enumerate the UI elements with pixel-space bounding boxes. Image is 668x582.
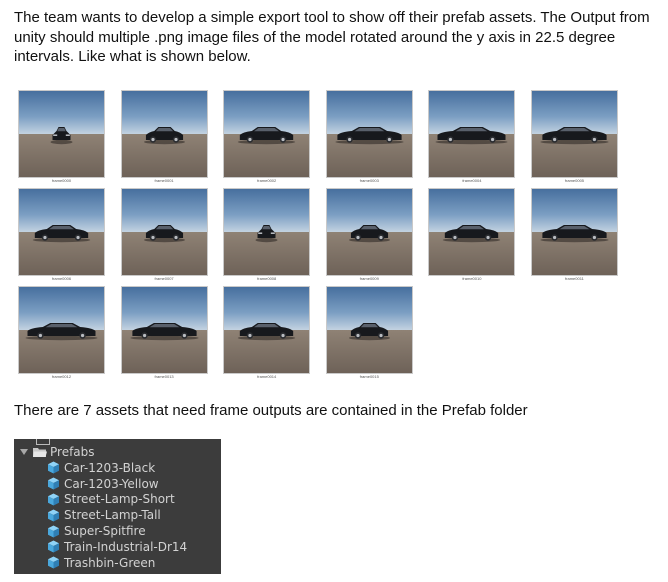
folder-label: Prefabs xyxy=(50,445,95,459)
prefab-cube-icon xyxy=(48,477,59,490)
prefab-asset-label: Trashbin-Green xyxy=(64,555,156,570)
prefab-asset-item[interactable]: Street-Lamp-Short xyxy=(47,492,187,508)
frame-label: frame0010 xyxy=(462,276,482,281)
prefab-asset-label: Street-Lamp-Tall xyxy=(64,508,161,523)
car-model-render xyxy=(540,225,609,243)
frame-thumbnail: frame0014 xyxy=(215,282,318,380)
frame-render-image xyxy=(325,188,413,276)
car-model-render xyxy=(348,323,390,341)
frame-thumbnail: frame0004 xyxy=(420,86,523,184)
project-hierarchy-panel: Prefabs Car-1203-Black Car-1203-Yellow Str… xyxy=(14,439,221,574)
prefab-cube-icon xyxy=(48,525,59,538)
car-model-render xyxy=(238,127,296,145)
frame-label: frame0007 xyxy=(154,276,174,281)
frame-render-image xyxy=(18,188,105,276)
prefab-statement: There are 7 assets that need frame outpu… xyxy=(14,402,528,419)
car-model-render xyxy=(32,225,91,243)
frame-render-image xyxy=(530,188,618,276)
prefab-asset-label: Super-Spitfire xyxy=(64,524,146,539)
car-model-render xyxy=(255,225,278,243)
cropped-parent-row xyxy=(36,439,50,445)
car-model-render xyxy=(348,225,390,243)
frame-render-image xyxy=(120,90,208,178)
frame-label: frame0014 xyxy=(257,374,277,379)
frame-render-image xyxy=(120,286,208,374)
frame-label: frame0015 xyxy=(359,374,379,379)
prefabs-folder-row[interactable]: Prefabs xyxy=(20,444,95,460)
frame-thumbnail: frame0007 xyxy=(113,184,216,282)
car-model-render xyxy=(335,127,404,145)
prefab-asset-label: Car-1203-Black xyxy=(64,460,156,475)
frame-render-image xyxy=(325,90,413,178)
prefab-cube-icon xyxy=(48,556,59,569)
frame-label: frame0008 xyxy=(257,276,277,281)
frames-grid: frame0000 frame0001 frame0002 frame0003 fram… xyxy=(10,86,626,386)
frame-render-image xyxy=(18,90,105,178)
frame-thumbnail: frame0003 xyxy=(318,86,421,184)
car-model-render xyxy=(443,225,501,243)
frame-thumbnail: frame0012 xyxy=(10,282,113,380)
frame-label: frame0004 xyxy=(462,178,482,183)
frame-thumbnail: frame0000 xyxy=(10,86,113,184)
prefab-asset-label: Street-Lamp-Short xyxy=(64,492,175,507)
frame-thumbnail: frame0001 xyxy=(113,86,216,184)
car-model-render xyxy=(540,127,609,145)
folder-open-icon xyxy=(33,447,47,457)
frame-render-image xyxy=(223,90,311,178)
prefab-cube-icon xyxy=(48,493,59,506)
prefab-cube-icon xyxy=(48,509,59,522)
car-model-render xyxy=(143,225,185,243)
frame-label: frame0005 xyxy=(564,178,585,183)
prefab-asset-item[interactable]: Street-Lamp-Tall xyxy=(47,507,187,523)
frame-render-image xyxy=(18,286,105,374)
frame-label: frame0006 xyxy=(51,276,72,281)
frame-render-image xyxy=(325,286,413,374)
car-model-render xyxy=(50,127,73,145)
car-model-render xyxy=(25,323,98,341)
frame-label: frame0012 xyxy=(51,374,72,379)
frame-label: frame0013 xyxy=(154,374,174,379)
frame-thumbnail: frame0005 xyxy=(523,86,626,184)
car-model-render xyxy=(129,323,199,341)
prefab-asset-item[interactable]: Train-Industrial-Dr14 xyxy=(47,539,187,555)
prefab-asset-item[interactable]: Car-1203-Yellow xyxy=(47,476,187,492)
frame-label: frame0009 xyxy=(359,276,379,281)
frame-render-image xyxy=(428,188,516,276)
prefab-cube-icon xyxy=(48,540,59,553)
prefab-asset-label: Train-Industrial-Dr14 xyxy=(64,539,188,554)
frame-render-image xyxy=(530,90,618,178)
prefab-asset-list: Car-1203-Black Car-1203-Yellow Street-Lamp… xyxy=(47,460,187,571)
car-model-render xyxy=(143,127,185,145)
prefab-asset-label: Car-1203-Yellow xyxy=(64,476,159,491)
frame-label: frame0001 xyxy=(154,178,174,183)
prefab-asset-item[interactable]: Trashbin-Green xyxy=(47,555,187,571)
intro-paragraph: The team wants to develop a simple expor… xyxy=(14,9,650,65)
prefab-cube-icon xyxy=(48,461,59,474)
car-model-render xyxy=(238,323,296,341)
frame-label: frame0002 xyxy=(257,178,277,183)
frame-label: frame0000 xyxy=(51,178,72,183)
frame-thumbnail: frame0010 xyxy=(420,184,523,282)
frame-label: frame0011 xyxy=(565,276,584,281)
frame-render-image xyxy=(223,286,311,374)
frame-thumbnail: frame0015 xyxy=(318,282,421,380)
frame-label: frame0003 xyxy=(359,178,379,183)
frame-thumbnail: frame0008 xyxy=(215,184,318,282)
prefab-asset-item[interactable]: Car-1203-Black xyxy=(47,460,187,476)
car-model-render xyxy=(435,127,508,145)
triangle-down-icon[interactable] xyxy=(20,449,28,455)
frame-render-image xyxy=(428,90,516,178)
frame-thumbnail: frame0002 xyxy=(215,86,318,184)
frame-thumbnail: frame0006 xyxy=(10,184,113,282)
frame-thumbnail: frame0011 xyxy=(523,184,626,282)
frame-thumbnail: frame0013 xyxy=(113,282,216,380)
prefab-asset-item[interactable]: Super-Spitfire xyxy=(47,523,187,539)
frame-render-image xyxy=(120,188,208,276)
frame-thumbnail: frame0009 xyxy=(318,184,421,282)
frame-render-image xyxy=(223,188,311,276)
